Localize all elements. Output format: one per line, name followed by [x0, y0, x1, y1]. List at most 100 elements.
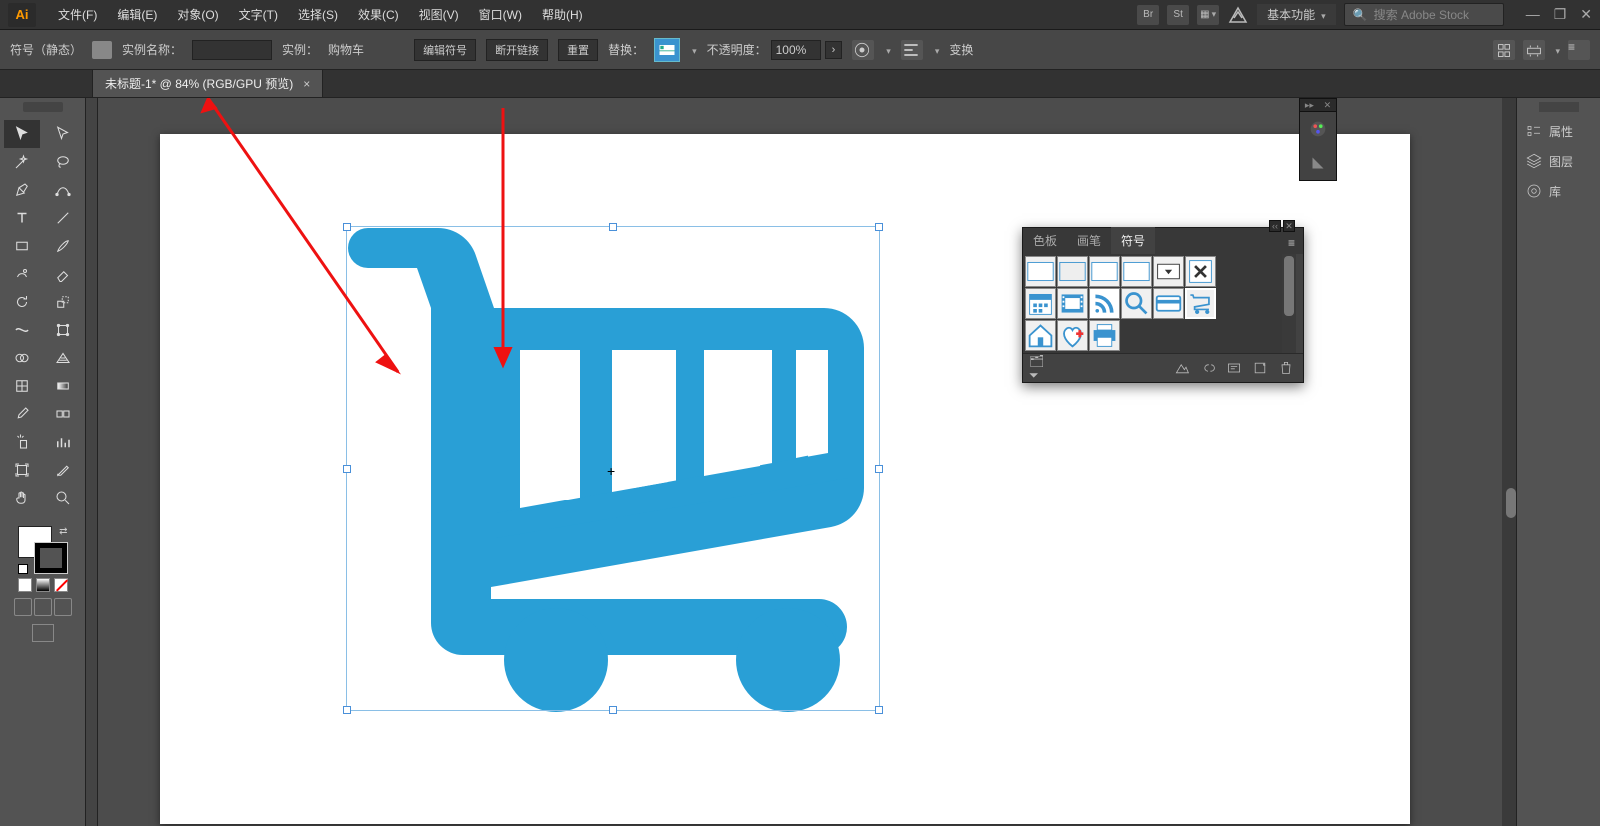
symbol-thumb-box1[interactable] [1025, 256, 1056, 287]
draw-normal-icon[interactable] [14, 598, 32, 616]
paintbrush-tool[interactable] [45, 232, 81, 260]
panel-menu-icon[interactable]: ≡ [1568, 40, 1590, 60]
swatches-tab[interactable]: 色板 [1023, 227, 1067, 254]
perspective-grid-tool[interactable] [45, 344, 81, 372]
place-symbol-instance-icon[interactable] [1171, 358, 1193, 378]
gpu-icon[interactable] [1227, 5, 1249, 25]
toolbox-grip[interactable] [23, 102, 63, 112]
opacity-value[interactable]: 100% [776, 43, 807, 57]
symbol-thumb-film[interactable] [1057, 288, 1088, 319]
column-graph-tool[interactable] [45, 428, 81, 456]
type-tool[interactable] [4, 204, 40, 232]
document-tab[interactable]: 未标题-1* @ 84% (RGB/GPU 预览) × [92, 69, 323, 97]
color-guide-panel-icon[interactable] [1300, 146, 1336, 180]
color-mode-solid[interactable] [18, 578, 32, 592]
reset-button[interactable]: 重置 [558, 39, 598, 61]
scale-tool[interactable] [45, 288, 81, 316]
panel-close-icon[interactable]: ✕ [1283, 220, 1295, 232]
blend-tool[interactable] [45, 400, 81, 428]
break-link-button[interactable]: 断开链接 [486, 39, 548, 61]
delete-symbol-icon[interactable] [1275, 358, 1297, 378]
layers-panel-button[interactable]: 图层 [1517, 146, 1600, 176]
symbol-thumb-home[interactable] [1025, 320, 1056, 351]
stock-icon[interactable]: St [1167, 5, 1189, 25]
symbol-thumb-calendar[interactable] [1025, 288, 1056, 319]
symbol-thumb-printer[interactable] [1089, 320, 1120, 351]
menu-object[interactable]: 对象(O) [167, 2, 228, 27]
color-panel-icon[interactable] [1300, 112, 1336, 146]
symbol-thumb-search[interactable] [1121, 288, 1152, 319]
toolbox-expand-handle[interactable] [86, 98, 98, 826]
shaper-tool[interactable] [4, 260, 40, 288]
eyedropper-tool[interactable] [4, 400, 40, 428]
document-tab-close-icon[interactable]: × [303, 77, 310, 91]
libraries-panel-button[interactable]: 库 [1517, 176, 1600, 206]
right-panel-grip[interactable] [1539, 102, 1579, 112]
zoom-tool[interactable] [45, 484, 81, 512]
swap-fill-stroke-icon[interactable]: ⇄ [59, 526, 67, 537]
rectangle-tool[interactable] [4, 232, 40, 260]
symbol-thumb-rss[interactable] [1089, 288, 1120, 319]
hand-tool[interactable] [4, 484, 40, 512]
menu-file[interactable]: 文件(F) [48, 2, 107, 27]
bridge-icon[interactable]: Br [1137, 5, 1159, 25]
workspace-switcher[interactable]: 基本功能 [1257, 4, 1336, 25]
restore-button[interactable]: ❐ [1554, 6, 1567, 23]
rotate-tool[interactable] [4, 288, 40, 316]
symbol-thumb-card[interactable] [1153, 288, 1184, 319]
symbol-def-icon[interactable] [92, 41, 112, 59]
minimize-button[interactable]: — [1526, 6, 1540, 23]
symbol-thumb-box3[interactable] [1089, 256, 1120, 287]
symbol-thumb-box4[interactable] [1121, 256, 1152, 287]
instance-name-input[interactable] [192, 40, 272, 60]
shape-builder-tool[interactable] [4, 344, 40, 372]
menu-select[interactable]: 选择(S) [288, 2, 348, 27]
symbol-sprayer-tool[interactable] [4, 428, 40, 456]
draw-behind-icon[interactable] [34, 598, 52, 616]
fill-stroke-swatch[interactable]: ⇄ [18, 526, 68, 574]
transform-label[interactable]: 变换 [949, 41, 973, 58]
color-mode-gradient[interactable] [36, 578, 50, 592]
screen-mode-icon[interactable] [32, 624, 54, 642]
symbol-thumb-cart[interactable] [1185, 288, 1216, 319]
opacity-chevron-icon[interactable]: › [825, 41, 843, 59]
new-symbol-icon[interactable] [1249, 358, 1271, 378]
dock-header[interactable]: ▸▸✕ [1299, 98, 1337, 112]
color-mode-none[interactable] [54, 578, 68, 592]
symbols-scrollbar[interactable] [1282, 254, 1296, 353]
magic-wand-tool[interactable] [4, 148, 40, 176]
symbol-libraries-menu-icon[interactable]: 🗂⏷ [1029, 358, 1051, 378]
selection-tool[interactable] [4, 120, 40, 148]
properties-panel-button[interactable]: 属性 [1517, 116, 1600, 146]
menu-type[interactable]: 文字(T) [229, 2, 288, 27]
isolate-mode-icon[interactable] [1493, 40, 1515, 60]
transform-panel-icon[interactable] [1523, 40, 1545, 60]
menu-help[interactable]: 帮助(H) [532, 2, 593, 27]
default-fill-stroke-icon[interactable] [18, 564, 28, 574]
pen-tool[interactable] [4, 176, 40, 204]
panel-collapse-icon[interactable]: ‹‹ [1269, 220, 1281, 232]
replace-chevron-icon[interactable] [690, 43, 697, 57]
draw-inside-icon[interactable] [54, 598, 72, 616]
graphic-styles-icon[interactable] [852, 40, 874, 60]
free-transform-tool[interactable] [45, 316, 81, 344]
symbol-thumb-x[interactable] [1185, 256, 1216, 287]
brushes-tab[interactable]: 画笔 [1067, 227, 1111, 254]
symbol-options-icon[interactable] [1223, 358, 1245, 378]
lasso-tool[interactable] [45, 148, 81, 176]
arrange-docs-icon[interactable]: ▦ [1197, 5, 1219, 25]
transform-chev[interactable] [1553, 43, 1560, 57]
symbol-thumb-dropdown[interactable] [1153, 256, 1184, 287]
menu-edit[interactable]: 编辑(E) [107, 2, 167, 27]
menu-view[interactable]: 视图(V) [409, 2, 469, 27]
menu-window[interactable]: 窗口(W) [469, 2, 532, 27]
panel-menu-icon[interactable]: ≡ [1280, 232, 1303, 254]
curvature-tool[interactable] [45, 176, 81, 204]
direct-selection-tool[interactable] [45, 120, 81, 148]
align-chev[interactable] [933, 43, 940, 57]
symbol-thumb-heart[interactable] [1057, 320, 1088, 351]
symbol-instance-cart[interactable] [348, 228, 882, 713]
menu-effect[interactable]: 效果(C) [348, 2, 409, 27]
vertical-scrollbar-thumb[interactable] [1506, 488, 1516, 518]
edit-symbol-button[interactable]: 编辑符号 [414, 39, 476, 61]
